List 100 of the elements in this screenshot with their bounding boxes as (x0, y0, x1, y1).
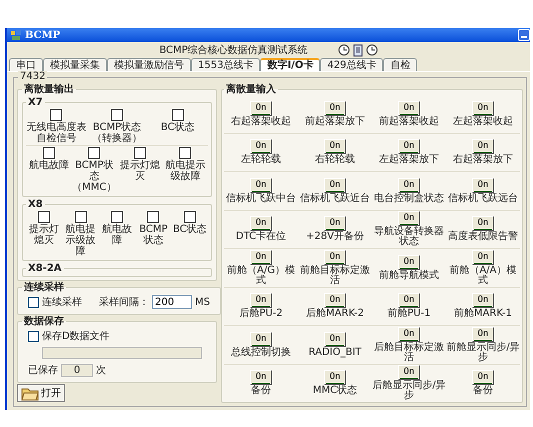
checkbox-label: 连续采样 (42, 296, 82, 309)
checkbox[interactable] (50, 109, 62, 121)
tab[interactable]: 数字I/O卡 (260, 58, 320, 71)
open-button[interactable]: 打开 (17, 384, 65, 402)
indicator-label: 信标机飞跃中台 (226, 194, 296, 204)
checkbox-label: BCMP状态（转换器） (91, 122, 143, 144)
toggle-button[interactable]: On (398, 178, 420, 193)
checkbox[interactable] (179, 147, 192, 159)
toggle-button[interactable]: On (324, 100, 346, 116)
indicator-label: 信标机飞跃近台 (300, 194, 370, 204)
toggle-button[interactable]: On (250, 332, 272, 347)
group-title: 离散量输入 (225, 84, 277, 95)
toggle-button[interactable]: On (250, 370, 272, 386)
toggle-button[interactable]: On (472, 139, 494, 154)
clock-icon[interactable] (338, 44, 350, 56)
indicator-label: 总线控制切换 (231, 348, 291, 358)
indicator-label: MMC状态 (312, 386, 358, 396)
tab[interactable]: 串口 (9, 58, 43, 71)
checkbox[interactable] (184, 211, 196, 223)
indicator-label: 后舱MARK-2 (306, 309, 364, 320)
toggle-button[interactable]: On (472, 100, 494, 116)
toggle-button[interactable]: On (398, 293, 420, 308)
toggle-button[interactable]: On (472, 216, 494, 232)
toggle-button[interactable]: On (324, 250, 346, 265)
checkbox[interactable] (172, 109, 184, 121)
indicator-label: 前舱显示同步/异步 (446, 342, 520, 363)
toggle-button[interactable]: On (472, 250, 494, 265)
indicator-label: 导航设备转换器状态 (373, 227, 445, 248)
tab[interactable]: 模拟量采集 (43, 58, 107, 71)
toggle-button[interactable]: On (324, 293, 346, 308)
toggle-button[interactable]: On (324, 216, 346, 232)
indicator-label: 后舱显示同步/异步 (372, 381, 446, 402)
minimize-button[interactable] (518, 29, 530, 41)
toggle-button[interactable]: On (324, 178, 346, 193)
toggle-button[interactable]: On (398, 100, 420, 116)
toggle-button[interactable]: On (250, 178, 272, 193)
toggle-button[interactable]: On (250, 216, 272, 232)
toggle-button[interactable]: On (472, 178, 494, 193)
tab[interactable]: 1553总线卡 (191, 58, 260, 71)
checkbox[interactable] (111, 109, 123, 121)
group-title: 连续采样 (23, 282, 65, 293)
checkbox[interactable] (38, 211, 50, 223)
checkbox-label: 航电提示级故障 (64, 224, 97, 257)
checkbox-label: 无线电高度表自检信号 (26, 122, 87, 144)
toggle-button[interactable]: On (398, 211, 420, 226)
group-title: X7 (27, 97, 44, 108)
toggle-button[interactable]: On (472, 293, 494, 308)
toggle-button[interactable]: On (250, 250, 272, 265)
system-title: BCMP综合核心数据仿真测试系统 (159, 44, 308, 57)
indicator-label: 右起落架收起 (231, 116, 291, 127)
checkbox[interactable] (147, 211, 160, 223)
toggle-button[interactable]: On (250, 293, 272, 308)
toggle-button[interactable]: On (398, 326, 420, 342)
checkbox-label: BCMP状态 (138, 224, 169, 246)
indicator-label: +28V开备份 (306, 232, 364, 242)
checkbox[interactable] (111, 211, 124, 223)
indicator-label: 前舱（A/G）模式 (226, 266, 296, 286)
toggle-button[interactable]: On (324, 332, 346, 347)
tab[interactable]: 自检 (383, 58, 418, 71)
interval-label: 采样间隔： (99, 296, 149, 309)
group-title: X8-2A (27, 263, 63, 274)
toggle-button[interactable]: On (250, 100, 272, 116)
toggle-button[interactable]: On (472, 370, 494, 386)
toggle-button[interactable]: On (398, 365, 420, 380)
indicator-label: 后舱PU-2 (239, 309, 283, 320)
checkbox[interactable] (28, 330, 39, 342)
tab[interactable]: 模拟量激励信号 (107, 58, 191, 71)
document-icon[interactable] (352, 44, 363, 56)
interval-field[interactable]: 200 (152, 295, 192, 309)
checkbox[interactable] (42, 147, 55, 159)
checkbox-label: 保存D数据文件 (42, 330, 110, 343)
saved-count-field: 0 (61, 364, 93, 376)
indicator-label: 前舱导航模式 (379, 270, 439, 281)
checkbox-label: BC状态 (160, 122, 195, 133)
checkbox[interactable] (134, 147, 146, 159)
window-title: BCMP (25, 30, 60, 40)
toggle-button[interactable]: On (398, 254, 420, 270)
checkbox[interactable] (88, 147, 100, 159)
indicator-label: 前舱目标标定激活 (299, 266, 371, 286)
clock-icon[interactable] (366, 44, 378, 56)
indicator-label: 前舱MARK-1 (454, 309, 512, 320)
toggle-button[interactable]: On (250, 139, 272, 154)
toggle-button[interactable]: On (398, 139, 420, 154)
indicator-label: RADIO_BIT (308, 348, 362, 358)
tab[interactable]: 429总线卡 (320, 58, 384, 71)
toggle-button[interactable]: On (472, 326, 494, 342)
group-title: X8 (27, 199, 44, 210)
saved-unit: 次 (96, 364, 106, 377)
checkbox[interactable] (28, 296, 39, 308)
indicator-label: 左起落架收起 (453, 116, 513, 127)
toggle-button[interactable]: On (324, 370, 346, 386)
indicator-label: 左轮轮载 (241, 155, 281, 166)
checkbox[interactable] (74, 211, 87, 223)
group-title: 离散量输出 (23, 84, 75, 95)
indicator-label: 高度表低限告警 (448, 232, 518, 242)
indicator-label: 信标机飞跃远台 (448, 194, 518, 204)
file-path-field[interactable] (42, 347, 202, 359)
toggle-button[interactable]: On (324, 139, 346, 154)
saved-label: 已保存 (28, 364, 58, 377)
indicator-label: 前起落架放下 (305, 116, 365, 127)
